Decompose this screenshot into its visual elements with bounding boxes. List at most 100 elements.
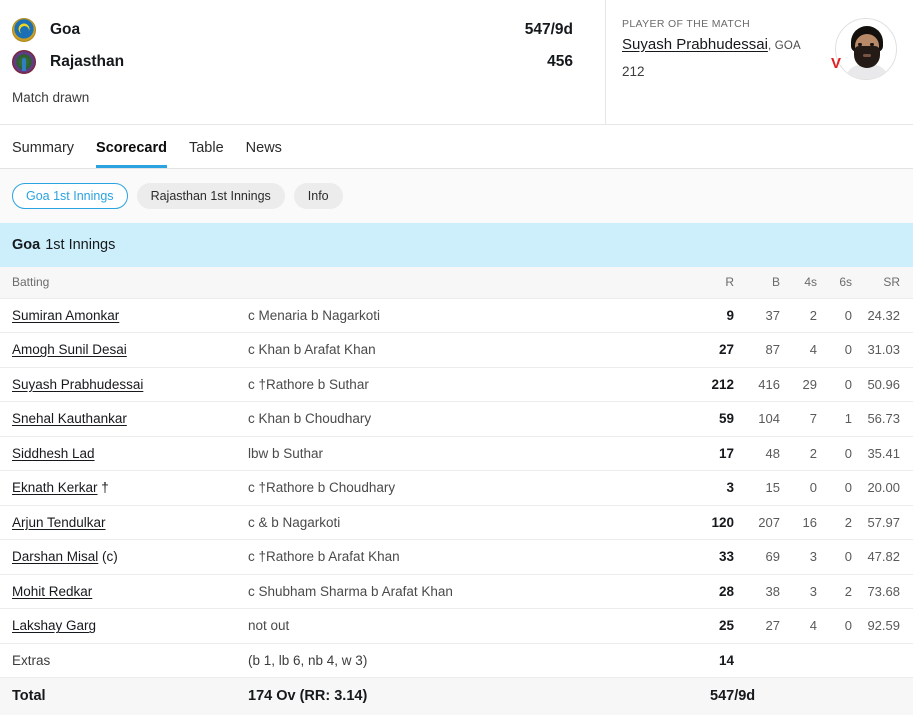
team-name: Goa — [50, 21, 81, 38]
match-scores-panel: Goa 547/9d Rajasthan 456 Match drawn — [0, 0, 606, 124]
batter-cell: Arjun Tendulkar — [0, 505, 248, 540]
tab-table[interactable]: Table — [189, 140, 224, 168]
team-score: 456 — [547, 53, 573, 70]
table-row: Snehal Kauthankar c Khan b Choudhary 59 104… — [0, 401, 913, 437]
pill-goa-1st-innings[interactable]: Goa 1st Innings — [12, 183, 128, 209]
innings-label: 1st Innings — [45, 237, 116, 253]
sixes-cell: 0 — [817, 367, 852, 402]
table-row: Siddhesh Lad lbw b Suthar 17 48 2 0 35.41 — [0, 436, 913, 471]
sixes-cell: 0 — [817, 298, 852, 333]
tab-scorecard[interactable]: Scorecard — [96, 140, 167, 168]
fours-cell: 2 — [780, 436, 817, 471]
match-summary-bar: Goa 547/9d Rajasthan 456 Match drawn PLA… — [0, 0, 913, 125]
sixes-cell: 0 — [817, 332, 852, 368]
extras-row: Extras (b 1, lb 6, nb 4, w 3) 14 — [0, 643, 913, 678]
fours-cell: 4 — [780, 332, 817, 368]
batter-name-link[interactable]: Amogh Sunil Desai — [12, 342, 127, 357]
pill-info[interactable]: Info — [293, 183, 343, 209]
runs-cell: 9 — [690, 298, 734, 333]
sixes-cell: 0 — [817, 470, 852, 506]
batter-role-suffix: (c) — [98, 549, 118, 565]
extras-blank-4s — [780, 643, 817, 678]
table-row: Darshan Misal (c) c †Rathore b Arafat Kha… — [0, 539, 913, 575]
header-spacer — [248, 267, 690, 299]
total-row: Total 174 Ov (RR: 3.14) 547/9d — [0, 677, 913, 715]
extras-blank-b — [734, 643, 780, 678]
sixes-cell: 0 — [817, 436, 852, 471]
runs-cell: 3 — [690, 470, 734, 506]
sixes-cell: 0 — [817, 539, 852, 575]
batter-name-link[interactable]: Darshan Misal — [12, 549, 98, 564]
strike-rate-cell: 73.68 — [852, 574, 913, 609]
batter-name-link[interactable]: Snehal Kauthankar — [12, 411, 127, 426]
table-row: Mohit Redkar c Shubham Sharma b Arafat Kh… — [0, 574, 913, 609]
potm-photo-wrapper: V — [831, 18, 897, 80]
goa-crest-icon — [12, 18, 36, 42]
dismissal-cell: not out — [248, 608, 690, 644]
potm-name-line: Suyash Prabhudessai, GOA — [622, 36, 835, 53]
player-of-the-match-panel: PLAYER OF THE MATCH Suyash Prabhudessai,… — [606, 0, 913, 124]
balls-cell: 207 — [734, 505, 780, 540]
strike-rate-cell: 31.03 — [852, 332, 913, 368]
batter-name-link[interactable]: Suyash Prabhudessai — [12, 377, 143, 392]
dismissal-cell: c †Rathore b Arafat Khan — [248, 539, 690, 575]
balls-cell: 27 — [734, 608, 780, 644]
total-label: Total — [12, 688, 46, 705]
balls-cell: 104 — [734, 401, 780, 437]
balls-cell: 15 — [734, 470, 780, 506]
main-nav-tabs: Summary Scorecard Table News — [0, 125, 913, 169]
extras-label: Extras — [0, 643, 248, 678]
pill-rajasthan-1st-innings[interactable]: Rajasthan 1st Innings — [136, 183, 285, 209]
balls-cell: 48 — [734, 436, 780, 471]
innings-header: Goa 1st Innings — [0, 223, 913, 267]
strike-rate-cell: 92.59 — [852, 608, 913, 644]
batter-name-link[interactable]: Eknath Kerkar — [12, 480, 98, 495]
header-batting: Batting — [0, 267, 248, 299]
fours-cell: 29 — [780, 367, 817, 402]
runs-cell: 25 — [690, 608, 734, 644]
sixes-cell: 0 — [817, 608, 852, 644]
strike-rate-cell: 24.32 — [852, 298, 913, 333]
avatar — [835, 18, 897, 80]
header-fours: 4s — [780, 267, 817, 299]
team-name: Rajasthan — [50, 53, 125, 70]
strike-rate-cell: 50.96 — [852, 367, 913, 402]
fours-cell: 7 — [780, 401, 817, 437]
potm-label: PLAYER OF THE MATCH — [622, 18, 750, 30]
table-row: Amogh Sunil Desai c Khan b Arafat Khan 27 8… — [0, 332, 913, 368]
batter-name-link[interactable]: Siddhesh Lad — [12, 446, 95, 461]
batter-name-link[interactable]: Sumiran Amonkar — [12, 308, 119, 323]
table-row: Arjun Tendulkar c & b Nagarkoti 120 207 16 2 5… — [0, 505, 913, 540]
batter-name-link[interactable]: Arjun Tendulkar — [12, 515, 106, 530]
potm-info: PLAYER OF THE MATCH Suyash Prabhudessai,… — [622, 16, 835, 124]
batting-scorecard-table: Batting R B 4s 6s SR Sumiran Amonkar c Me… — [0, 267, 913, 715]
header-strike-rate: SR — [852, 267, 913, 299]
batter-name-link[interactable]: Mohit Redkar — [12, 584, 92, 599]
team-row-1[interactable]: Goa 547/9d — [12, 14, 589, 46]
potm-player-link[interactable]: Suyash Prabhudessai — [622, 36, 768, 53]
batter-cell: Snehal Kauthankar — [0, 401, 248, 437]
strike-rate-cell: 35.41 — [852, 436, 913, 471]
table-header: Batting R B 4s 6s SR — [0, 267, 913, 299]
strike-rate-cell: 47.82 — [852, 539, 913, 575]
innings-team-name: Goa — [12, 237, 41, 253]
potm-performance: 212 — [622, 64, 645, 79]
dismissal-cell: c †Rathore b Choudhary — [248, 470, 690, 506]
table-row: Lakshay Garg not out 25 27 4 0 92.59 — [0, 608, 913, 644]
batter-name-link[interactable]: Lakshay Garg — [12, 618, 96, 633]
balls-cell: 416 — [734, 367, 780, 402]
innings-selector-bar: Goa 1st Innings Rajasthan 1st Innings In… — [0, 169, 913, 223]
fours-cell: 4 — [780, 608, 817, 644]
total-overs: 174 Ov (RR: 3.14) — [248, 688, 368, 705]
tab-summary[interactable]: Summary — [12, 140, 74, 168]
strike-rate-cell: 20.00 — [852, 470, 913, 506]
team-score: 547/9d — [524, 21, 573, 38]
team-row-2[interactable]: Rajasthan 456 — [12, 46, 589, 78]
sixes-cell: 1 — [817, 401, 852, 437]
batter-role-suffix: † — [97, 480, 109, 496]
fours-cell: 2 — [780, 298, 817, 333]
dismissal-cell: c Khan b Arafat Khan — [248, 332, 690, 368]
sixes-cell: 2 — [817, 574, 852, 609]
balls-cell: 37 — [734, 298, 780, 333]
tab-news[interactable]: News — [246, 140, 282, 168]
